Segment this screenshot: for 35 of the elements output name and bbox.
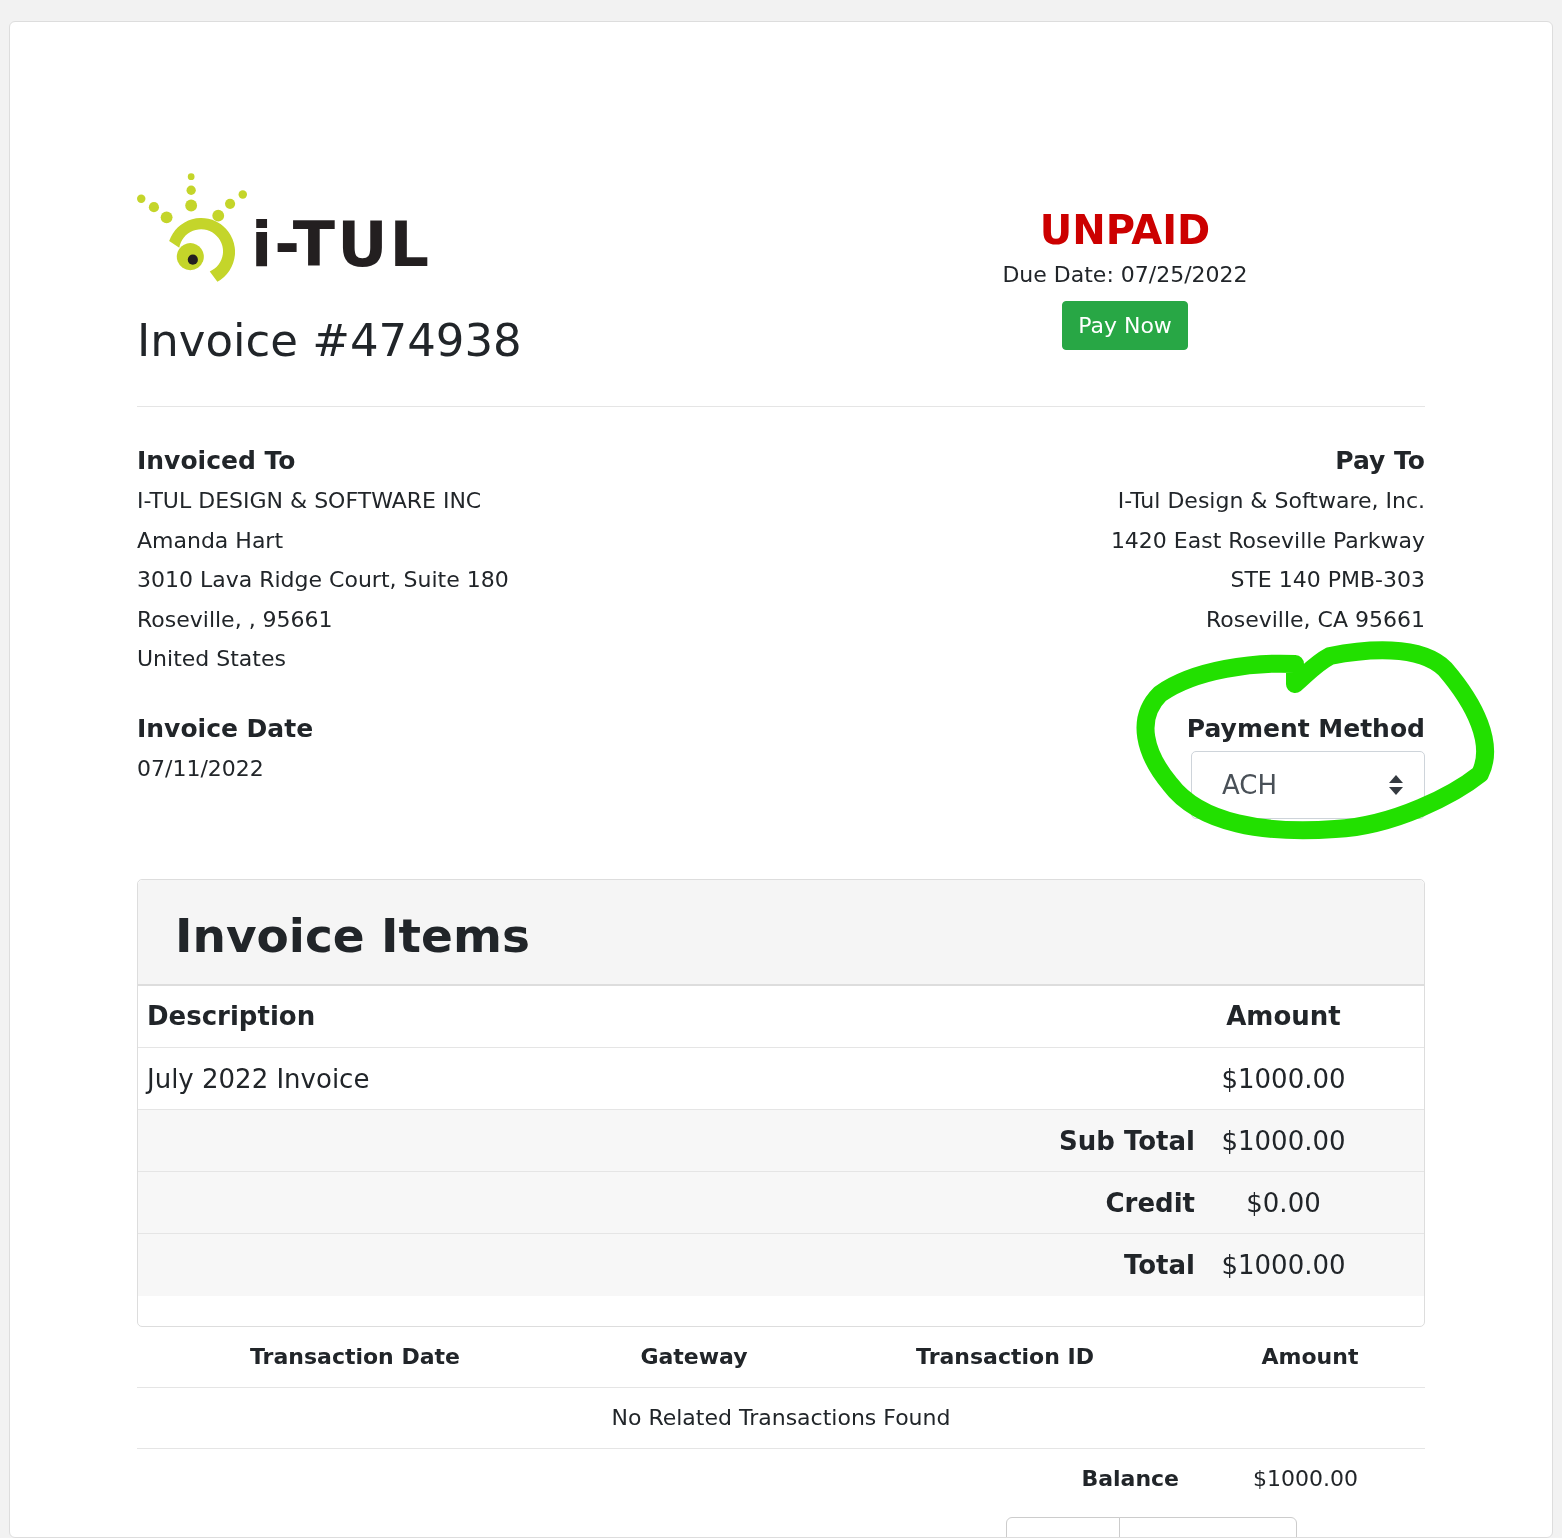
- table-cell: $1000.00: [1204, 1233, 1424, 1296]
- logo: i-TUL: [137, 158, 522, 290]
- total-label: Credit: [138, 1171, 1204, 1234]
- section-heading: Pay To: [1335, 445, 1425, 477]
- address-line: Amanda Hart: [137, 526, 285, 555]
- invoice-title: Invoice #474938: [137, 314, 522, 368]
- address-line: STE 140 PMB-303: [1230, 566, 1425, 594]
- address-line: 1420 East Roseville Parkway: [1110, 526, 1425, 555]
- column-header: Description: [138, 985, 1204, 1048]
- address-line: I-Tul Design & Software, Inc.: [1117, 487, 1425, 515]
- due-date: Due Date: 07/25/2022: [1002, 262, 1248, 287]
- panel-title: Invoice Items: [175, 906, 531, 965]
- column-header: Transaction ID: [815, 1326, 1195, 1387]
- address-line: United States: [137, 645, 287, 673]
- column-header: Transaction Date: [137, 1326, 573, 1387]
- column-header: Amount: [1204, 985, 1424, 1048]
- address-line: Roseville, CA 95661: [1205, 605, 1425, 634]
- column-header: Amount: [1195, 1326, 1425, 1387]
- table-cell: $0.00: [1204, 1171, 1424, 1234]
- address-line: I-TUL DESIGN & SOFTWARE INC: [137, 487, 483, 515]
- section-heading: Payment Method: [1186, 712, 1425, 745]
- address-line: Roseville, , 95661: [137, 605, 334, 634]
- section-heading: Invoice Date: [137, 712, 314, 745]
- balance-amount: $1000.00: [1253, 1466, 1358, 1491]
- column-header: Gateway: [573, 1326, 815, 1387]
- total-label: Sub Total: [138, 1109, 1204, 1172]
- address-line: 3010 Lava Ridge Court, Suite 180: [137, 566, 509, 594]
- total-label: Total: [138, 1233, 1204, 1296]
- payment-method-select[interactable]: ACH: [1191, 750, 1425, 819]
- table-cell: $1000.00: [1204, 1109, 1424, 1172]
- invoice-date: 07/11/2022: [137, 754, 265, 783]
- section-heading: Invoiced To: [137, 445, 297, 477]
- empty-message: No Related Transactions Found: [137, 1387, 1425, 1448]
- status-label: UNPAID: [1039, 206, 1211, 254]
- balance-label: Balance: [1081, 1466, 1179, 1491]
